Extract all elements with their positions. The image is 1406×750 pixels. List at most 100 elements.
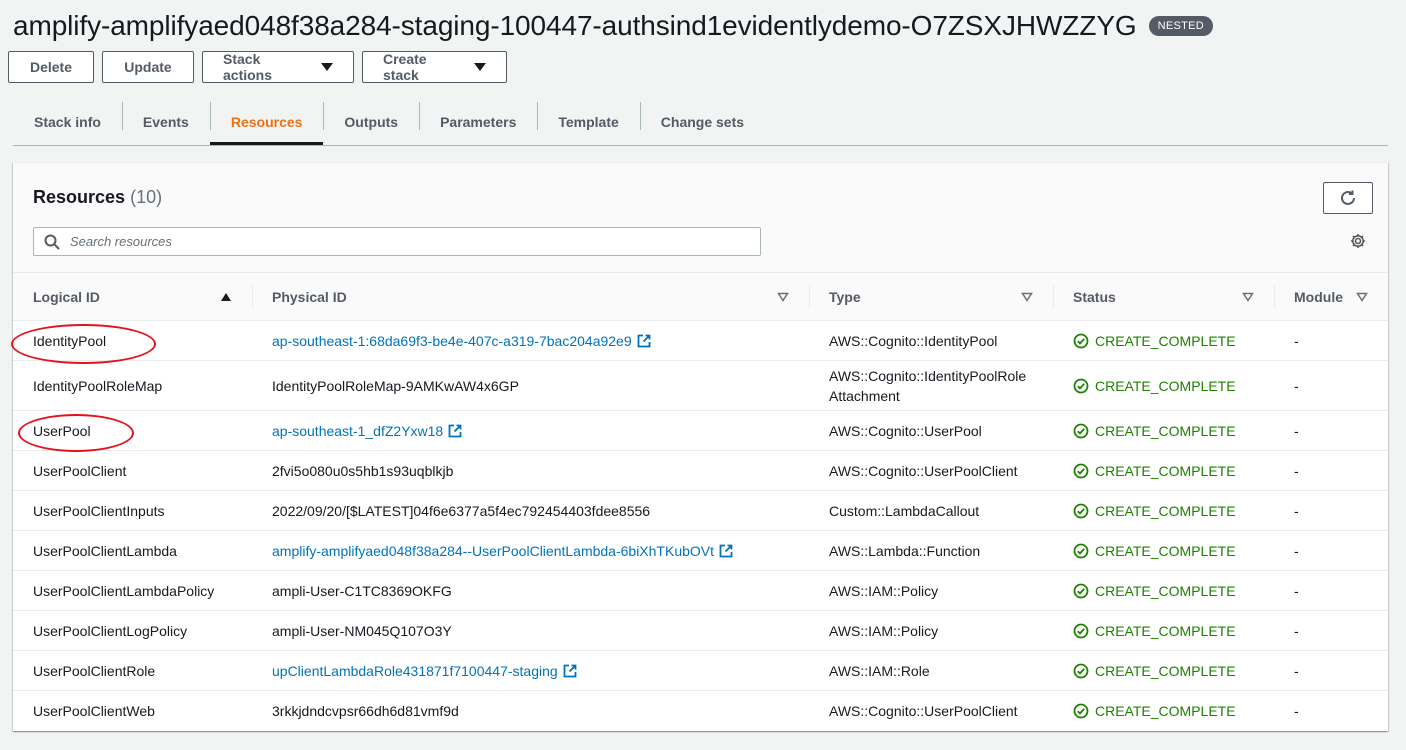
resources-panel-header: Resources (10): [13, 163, 1388, 273]
status-cell: CREATE_COMPLETE: [1053, 450, 1274, 491]
physical-id: ampli-User-NM045Q107O3Y: [272, 622, 452, 639]
module-value: -: [1294, 662, 1299, 679]
tab-outputs[interactable]: Outputs: [323, 100, 419, 144]
type-cell: AWS::Cognito::UserPoolClient: [809, 450, 1053, 491]
create-stack-dropdown[interactable]: Create stack: [362, 51, 507, 83]
logical-id: UserPoolClient: [33, 462, 127, 479]
module-value: -: [1294, 622, 1299, 639]
physical-id: ampli-User-C1TC8369OKFG: [272, 582, 452, 599]
module-value: -: [1294, 462, 1299, 479]
physical-id-link[interactable]: ap-southeast-1:68da69f3-be4e-407c-a319-7…: [272, 333, 632, 349]
module-cell: -: [1274, 610, 1388, 651]
resource-type: AWS::IAM::Policy: [829, 582, 939, 599]
sort-dropdown-icon: [1242, 292, 1254, 302]
physical-id: 2fvi5o080u0s5hb1s93uqblkjb: [272, 462, 454, 479]
logical-id-cell: UserPoolClientLambda: [13, 530, 252, 571]
type-cell: AWS::IAM::Policy: [809, 570, 1053, 611]
logical-id-cell: UserPoolClientLambdaPolicy: [13, 570, 252, 611]
tab-resources[interactable]: Resources: [209, 100, 324, 145]
status-cell: CREATE_COMPLETE: [1053, 410, 1274, 451]
status-cell: CREATE_COMPLETE: [1053, 610, 1274, 651]
search-icon: [44, 234, 60, 250]
physical-id-cell: 2022/09/20/[$LATEST]04f6e6377a5f4ec79245…: [252, 490, 809, 531]
logical-id: IdentityPool: [33, 332, 107, 349]
tab-template[interactable]: Template: [537, 100, 639, 144]
status-indicator: CREATE_COMPLETE: [1073, 378, 1254, 394]
logical-id: UserPoolClientWeb: [33, 702, 155, 719]
delete-button[interactable]: Delete: [8, 51, 94, 83]
column-header-logical-id[interactable]: Logical ID: [13, 273, 252, 321]
page-title: amplify-amplifyaed048f38a284-staging-100…: [13, 10, 1137, 41]
refresh-button[interactable]: [1323, 182, 1373, 214]
status-indicator: CREATE_COMPLETE: [1073, 623, 1254, 639]
column-header-type[interactable]: Type: [809, 273, 1053, 321]
logical-id: UserPool: [33, 422, 91, 439]
stack-actions-dropdown[interactable]: Stack actions: [202, 51, 354, 83]
physical-id-cell: amplify-amplifyaed048f38a284--UserPoolCl…: [252, 530, 809, 571]
module-value: -: [1294, 332, 1299, 349]
resource-type: AWS::Cognito::IdentityPool: [829, 332, 998, 349]
tab-stack-info[interactable]: Stack info: [13, 100, 122, 144]
logical-id: UserPoolClientInputs: [33, 502, 165, 519]
external-link-icon[interactable]: [563, 664, 577, 678]
logical-id-cell: UserPoolClientLogPolicy: [13, 610, 252, 651]
check-circle-icon: [1073, 423, 1089, 438]
table-row: UserPoolClientLambdaPolicy ampli-User-C1T…: [13, 570, 1388, 611]
column-header-status[interactable]: Status: [1053, 273, 1274, 321]
table-row: UserPoolClientInputs 2022/09/20/[$LATEST]…: [13, 490, 1388, 531]
external-link-icon[interactable]: [637, 334, 651, 348]
search-input[interactable]: [68, 233, 760, 250]
table-row: UserPoolClient 2fvi5o080u0s5hb1s93uqblkjb…: [13, 450, 1388, 491]
logical-id: IdentityPoolRoleMap: [33, 377, 163, 394]
table-row: IdentityPool ap-southeast-1:68da69f3-be4e…: [13, 320, 1388, 361]
tab-events[interactable]: Events: [121, 100, 210, 144]
physical-id-link[interactable]: ap-southeast-1_dfZ2Yxw18: [272, 423, 443, 439]
physical-id-link[interactable]: amplify-amplifyaed048f38a284--UserPoolCl…: [272, 543, 714, 559]
external-link-icon[interactable]: [448, 424, 462, 438]
column-label: Type: [829, 288, 861, 305]
caret-down-icon: [474, 63, 486, 71]
status-cell: CREATE_COMPLETE: [1053, 691, 1274, 731]
type-cell: AWS::IAM::Policy: [809, 610, 1053, 651]
caret-down-icon: [321, 63, 333, 71]
module-cell: -: [1274, 410, 1388, 451]
resource-type: AWS::Lambda::Function: [829, 542, 981, 559]
gear-icon[interactable]: [1350, 233, 1366, 249]
physical-id: 3rkkjdndcvpsr66dh6d81vmf9d: [272, 702, 459, 719]
sort-dropdown-icon: [1021, 292, 1033, 302]
resource-type: AWS::Cognito::UserPoolClient: [829, 702, 1018, 719]
status-text: CREATE_COMPLETE: [1095, 662, 1236, 679]
status-cell: CREATE_COMPLETE: [1053, 490, 1274, 531]
status-indicator: CREATE_COMPLETE: [1073, 663, 1254, 679]
resources-heading: Resources (10): [33, 187, 162, 208]
logical-id: UserPoolClientLambda: [33, 542, 177, 559]
module-cell: -: [1274, 530, 1388, 571]
search-resources-field[interactable]: [33, 227, 761, 256]
stack-actions-toolbar: Delete Update Stack actions Create stack: [8, 51, 507, 83]
tab-change-sets[interactable]: Change sets: [639, 100, 765, 144]
status-indicator: CREATE_COMPLETE: [1073, 463, 1254, 479]
type-cell: AWS::IAM::Role: [809, 650, 1053, 691]
logical-id-cell: UserPoolClientInputs: [13, 490, 252, 531]
nested-badge: NESTED: [1148, 16, 1213, 36]
update-button[interactable]: Update: [102, 51, 194, 83]
logical-id: UserPoolClientLogPolicy: [33, 622, 188, 639]
column-header-physical-id[interactable]: Physical ID: [252, 273, 809, 321]
table-row: UserPoolClientRole upClientLambdaRole4318…: [13, 650, 1388, 691]
check-circle-icon: [1073, 543, 1089, 558]
status-text: CREATE_COMPLETE: [1095, 422, 1236, 439]
tab-parameters[interactable]: Parameters: [419, 100, 537, 144]
status-text: CREATE_COMPLETE: [1095, 702, 1236, 719]
status-text: CREATE_COMPLETE: [1095, 332, 1236, 349]
type-cell: AWS::Cognito::UserPoolClient: [809, 691, 1053, 731]
table-row: UserPoolClientLogPolicy ampli-User-NM045Q…: [13, 610, 1388, 651]
external-link-icon[interactable]: [719, 544, 733, 558]
column-header-module[interactable]: Module: [1274, 273, 1388, 321]
physical-id-link[interactable]: upClientLambdaRole431871f7100447-staging: [272, 663, 558, 679]
physical-id-cell: upClientLambdaRole431871f7100447-staging: [252, 650, 809, 691]
status-text: CREATE_COMPLETE: [1095, 377, 1236, 394]
type-cell: AWS::Lambda::Function: [809, 530, 1053, 571]
status-text: CREATE_COMPLETE: [1095, 502, 1236, 519]
check-circle-icon: [1073, 623, 1089, 638]
status-cell: CREATE_COMPLETE: [1053, 570, 1274, 611]
